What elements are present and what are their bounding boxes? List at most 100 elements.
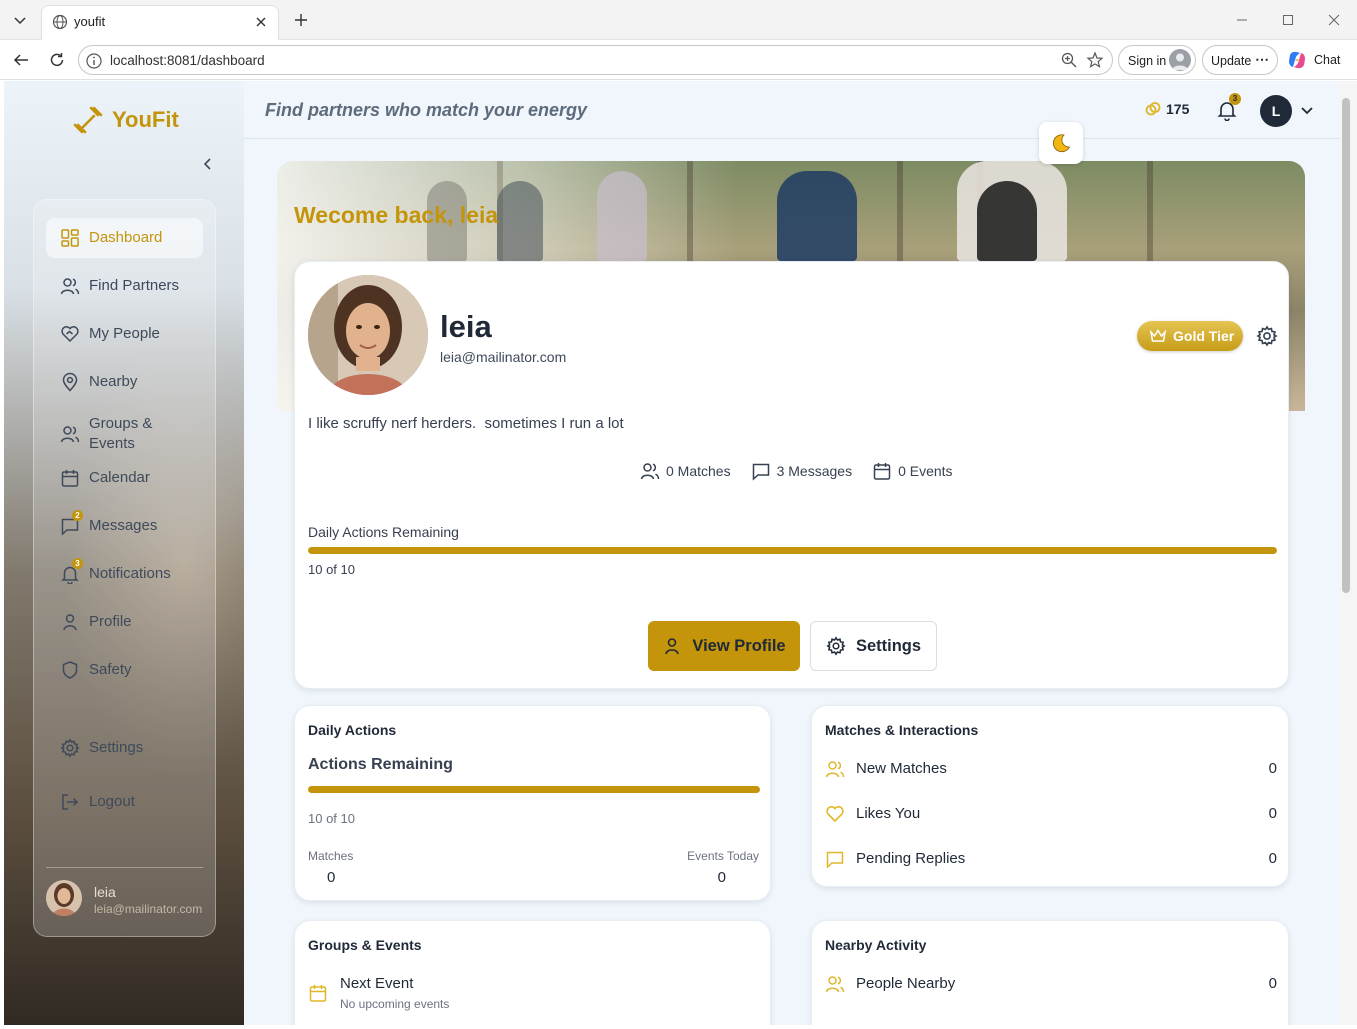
list-item-pending-replies[interactable]: Pending Replies 0 [825, 847, 1277, 871]
sidebar-item-label: Settings [89, 739, 144, 756]
new-tab-icon[interactable] [289, 8, 313, 32]
sign-in-button[interactable]: Sign in [1118, 45, 1196, 75]
profile-photo[interactable] [308, 275, 428, 395]
stat-events-label: 0 Events [898, 463, 953, 479]
matches-label: Matches [308, 849, 354, 863]
sidebar-item-calendar[interactable]: Calendar [46, 458, 203, 498]
scrollbar-thumb[interactable] [1342, 98, 1350, 593]
list-item-likes-you[interactable]: Likes You 0 [825, 802, 1277, 826]
copilot-icon [1289, 51, 1305, 69]
stat-messages[interactable]: 3 Messages [751, 461, 852, 481]
list-item-value: 0 [1268, 975, 1277, 992]
theme-toggle-button[interactable] [1039, 122, 1083, 164]
tier-label: Gold Tier [1173, 328, 1235, 344]
actions-remaining-progress [308, 786, 760, 793]
list-item-people-nearby[interactable]: People Nearby 0 [825, 972, 1277, 996]
sidebar-item-profile[interactable]: Profile [46, 602, 203, 642]
stat-matches-label: 0 Matches [666, 463, 731, 479]
update-button[interactable]: Update ⋯ [1202, 45, 1278, 75]
user-avatar[interactable]: L [1260, 95, 1292, 127]
card-title: Daily Actions [308, 722, 397, 738]
minimize-icon[interactable] [1230, 10, 1254, 30]
gear-icon [826, 636, 846, 656]
sidebar-item-settings[interactable]: Settings [46, 728, 203, 768]
sidebar-item-my-people[interactable]: My People [46, 314, 203, 354]
tab-search-chevron-icon[interactable] [8, 8, 32, 32]
page-scrollbar[interactable] [1340, 81, 1357, 1025]
list-item-label: Pending Replies [856, 850, 966, 867]
favorite-star-icon[interactable] [1086, 51, 1104, 74]
dumbbell-icon [73, 106, 103, 134]
url-text: localhost:8081/dashboard [110, 53, 265, 68]
view-profile-button[interactable]: View Profile [648, 621, 800, 671]
collapse-sidebar-icon[interactable] [200, 156, 216, 177]
dashboard-icon [60, 228, 80, 248]
stat-matches[interactable]: 0 Matches [640, 461, 731, 481]
calendar-icon [308, 983, 328, 1008]
zoom-icon[interactable] [1060, 51, 1078, 74]
sidebar-user-name: leia [94, 884, 116, 900]
reload-icon[interactable] [45, 49, 69, 71]
site-info-icon[interactable] [85, 52, 103, 75]
groups-events-card: Groups & Events Next Event No upcoming e… [294, 920, 771, 1025]
list-item-new-matches[interactable]: New Matches 0 [825, 757, 1277, 781]
events-today-label: Events Today [687, 849, 759, 863]
sidebar-item-nearby[interactable]: Nearby [46, 362, 203, 402]
sidebar-item-label: Groups & Events [89, 415, 153, 452]
coin-balance[interactable]: 175 [1145, 101, 1189, 117]
sidebar-nav: Dashboard Find Partners My People Nearby [33, 199, 216, 937]
sidebar-item-label: Dashboard [89, 229, 163, 246]
chevron-down-icon[interactable] [1300, 103, 1314, 122]
profile-card: leia leia@mailinator.com Gold Tier I lik… [294, 261, 1289, 689]
brand-logo[interactable]: YouFit [72, 105, 179, 135]
sidebar-user[interactable]: leia leia@mailinator.com [46, 880, 206, 920]
sidebar-item-safety[interactable]: Safety [46, 650, 203, 690]
users-icon [825, 759, 845, 784]
daily-actions-value: 10 of 10 [308, 562, 355, 577]
gear-icon [60, 738, 80, 758]
sidebar-divider [46, 867, 203, 868]
window-close-icon[interactable] [1322, 10, 1346, 30]
coin-count: 175 [1166, 101, 1190, 117]
profile-settings-gear-icon[interactable] [1256, 325, 1278, 352]
browser-tab[interactable]: youfit [41, 5, 279, 40]
actions-remaining-heading: Actions Remaining [308, 756, 453, 773]
sidebar-item-messages[interactable]: 2 Messages [46, 506, 203, 546]
settings-button[interactable]: Settings [810, 621, 937, 671]
notifications-badge: 3 [72, 558, 83, 569]
back-icon[interactable] [9, 49, 33, 71]
actions-remaining-value: 10 of 10 [308, 811, 355, 826]
notifications-button[interactable]: 3 [1216, 93, 1241, 123]
maximize-icon[interactable] [1276, 10, 1300, 30]
sidebar-item-logout[interactable]: Logout [46, 782, 203, 822]
sidebar-item-label: Find Partners [89, 277, 180, 294]
sidebar-item-label: Safety [89, 661, 132, 678]
sidebar-item-dashboard[interactable]: Dashboard [46, 218, 203, 258]
next-event-subtitle: No upcoming events [340, 997, 450, 1011]
list-item-value: 0 [1268, 805, 1277, 822]
map-pin-icon [60, 372, 80, 392]
daily-actions-card: Daily Actions Actions Remaining 10 of 10… [294, 705, 771, 901]
sidebar-item-label: Messages [89, 517, 158, 534]
sidebar-item-find-partners[interactable]: Find Partners [46, 266, 203, 306]
copilot-chat-button[interactable]: Chat [1286, 47, 1340, 73]
sidebar-item-label: Nearby [89, 373, 138, 390]
card-title: Nearby Activity [825, 937, 927, 953]
tab-close-icon[interactable] [252, 13, 270, 36]
profile-stats: 0 Matches 3 Messages 0 Events [640, 461, 953, 481]
sidebar-item-groups-events[interactable]: Groups & Events [46, 410, 203, 458]
moon-icon [1053, 134, 1071, 153]
sidebar-item-notifications[interactable]: 3 Notifications [46, 554, 203, 594]
profile-email: leia@mailinator.com [440, 349, 567, 365]
heart-handshake-icon [60, 324, 80, 344]
url-field[interactable]: localhost:8081/dashboard [78, 45, 1113, 75]
stat-events[interactable]: 0 Events [872, 461, 953, 481]
matches-value: 0 [327, 869, 336, 886]
calendar-icon [60, 468, 80, 488]
list-item-value: 0 [1268, 760, 1277, 777]
heart-icon [825, 804, 845, 829]
gold-tier-badge[interactable]: Gold Tier [1137, 321, 1243, 351]
calendar-icon [873, 463, 891, 480]
shield-icon [60, 660, 80, 680]
logout-icon [60, 792, 80, 812]
